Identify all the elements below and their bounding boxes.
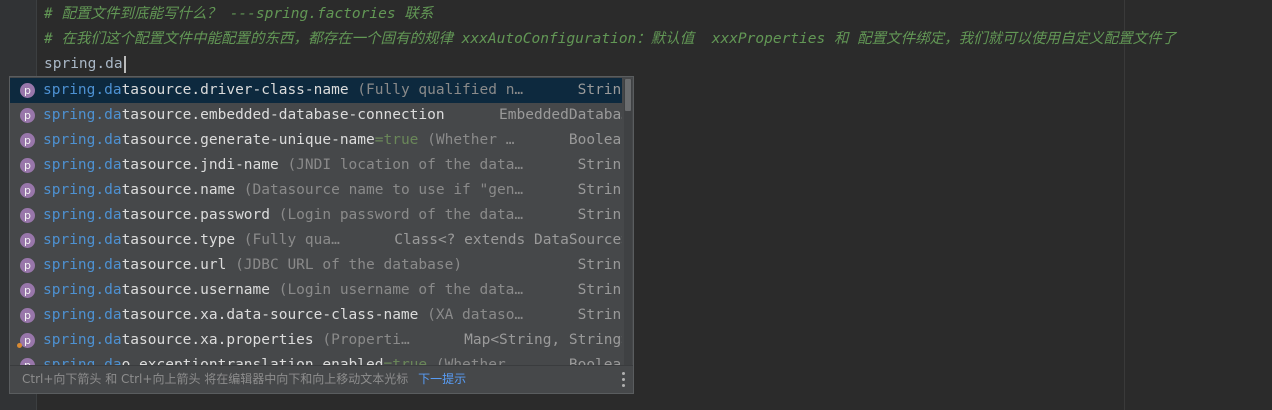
completion-rest: tasource.generate-unique-name	[121, 132, 375, 148]
completion-rest: tasource.xa.data-source-class-name	[121, 307, 419, 323]
completion-item[interactable]: p spring.datasource.embedded-database-con…	[10, 103, 622, 128]
property-icon: p	[20, 233, 35, 248]
completion-type: String	[567, 153, 622, 178]
completion-match: spring.da	[43, 182, 122, 198]
completion-hint: (Datasource name to use if "gen…	[235, 182, 524, 198]
completion-item[interactable]: p spring.datasource.generate-unique-name=…	[10, 128, 622, 153]
property-icon: p	[20, 183, 35, 198]
completion-hint: (Login password of the data…	[269, 207, 524, 223]
property-icon: p	[20, 308, 35, 323]
completion-match: spring.da	[43, 157, 122, 173]
footer-hint-text: Ctrl+向下箭头 和 Ctrl+向上箭头 将在编辑器中向下和向上移动文本光标	[22, 372, 409, 386]
completion-type: String	[567, 78, 622, 103]
completion-item-text: spring.datasource.name (Datasource name …	[43, 178, 622, 203]
property-icon: p	[20, 83, 35, 98]
completion-item[interactable]: p spring.datasource.username (Login usern…	[10, 278, 622, 303]
completion-item[interactable]: p spring.datasource.xa.properties (Proper…	[10, 328, 622, 353]
completion-rest: tasource.embedded-database-connection	[121, 107, 445, 123]
scrollbar-thumb[interactable]	[625, 79, 631, 111]
completion-item-text: spring.datasource.xa.data-source-class-n…	[43, 303, 622, 328]
completion-item[interactable]: p spring.datasource.type (Fully qua… Class…	[10, 228, 622, 253]
property-icon: p	[20, 258, 35, 273]
completion-item-text: spring.datasource.username (Login userna…	[43, 278, 622, 303]
comment-line-2[interactable]: # 在我们这个配置文件中能配置的东西，都存在一个固有的规律 xxxAutoCon…	[44, 27, 1272, 52]
completion-scrollbar[interactable]	[624, 79, 632, 365]
completion-item-text: spring.datasource.jndi-name (JNDI locati…	[43, 153, 622, 178]
text-caret	[123, 55, 126, 73]
current-code-line[interactable]: spring.da	[44, 52, 344, 77]
completion-rest: tasource.driver-class-name	[121, 82, 349, 98]
property-icon: p	[20, 283, 35, 298]
completion-rest: tasource.type	[121, 232, 236, 248]
completion-type: String	[567, 178, 622, 203]
completion-match: spring.da	[43, 132, 122, 148]
completion-rest: tasource.name	[121, 182, 236, 198]
property-icon: p	[20, 333, 35, 348]
completion-type: Class<? extends DataSource>	[384, 228, 622, 253]
completion-rest: tasource.xa.properties	[121, 332, 314, 348]
completion-hint: (XA dataso…	[418, 307, 524, 323]
completion-type: Boolean	[558, 128, 622, 153]
completion-hint: (Fully qualified n…	[348, 82, 524, 98]
completion-item-text: spring.datasource.driver-class-name (Ful…	[43, 78, 622, 103]
completion-type: String	[567, 278, 622, 303]
completion-item[interactable]: p spring.datasource.password (Login passw…	[10, 203, 622, 228]
property-icon: p	[20, 158, 35, 173]
completion-hint: (Whether …	[418, 132, 515, 148]
next-tip-link[interactable]: 下一提示	[418, 372, 466, 386]
completion-item[interactable]: p spring.datasource.xa.data-source-class-…	[10, 303, 622, 328]
comment-line-1[interactable]: # 配置文件到底能写什么？ ---spring.factories 联系	[44, 2, 1124, 27]
completion-match: spring.da	[43, 257, 122, 273]
completion-rest: tasource.username	[121, 282, 270, 298]
code-completion-popup[interactable]: p spring.datasource.driver-class-name (Fu…	[9, 76, 634, 394]
completion-match: spring.da	[43, 107, 122, 123]
lock-badge-icon	[17, 343, 22, 348]
completion-type: String	[567, 253, 622, 278]
completion-match: spring.da	[43, 282, 122, 298]
completion-rest: tasource.password	[121, 207, 270, 223]
completion-item-text: spring.datasource.url (JDBC URL of the d…	[43, 253, 622, 278]
completion-type: String	[567, 203, 622, 228]
property-icon: p	[20, 108, 35, 123]
completion-item[interactable]: p spring.datasource.name (Datasource name…	[10, 178, 622, 203]
completion-type: String	[567, 303, 622, 328]
property-icon: p	[20, 208, 35, 223]
completion-eq: =true	[374, 132, 419, 148]
completion-type: Map<String, String>	[454, 328, 622, 353]
completion-item-text: spring.datasource.generate-unique-name=t…	[43, 128, 622, 153]
completion-item[interactable]: p spring.datasource.jndi-name (JNDI locat…	[10, 153, 622, 178]
completion-rest: tasource.jndi-name	[121, 157, 279, 173]
completion-item[interactable]: p spring.datasource.url (JDBC URL of the …	[10, 253, 622, 278]
completion-rest: tasource.url	[121, 257, 227, 273]
typed-text: spring.da	[44, 56, 123, 72]
completion-type: EmbeddedDataba…	[489, 103, 622, 128]
completion-hint: (Properti…	[313, 332, 410, 348]
completion-hint: (Login username of the data…	[269, 282, 524, 298]
completion-match: spring.da	[43, 207, 122, 223]
completion-item[interactable]: p spring.datasource.driver-class-name (Fu…	[10, 78, 622, 103]
completion-match: spring.da	[43, 232, 122, 248]
more-options-icon[interactable]	[621, 372, 625, 388]
completion-list[interactable]: p spring.datasource.driver-class-name (Fu…	[10, 78, 622, 366]
completion-match: spring.da	[43, 307, 122, 323]
property-icon: p	[20, 133, 35, 148]
completion-hint: (Fully qua…	[235, 232, 340, 248]
completion-match: spring.da	[43, 82, 122, 98]
completion-hint: (JNDI location of the data…	[278, 157, 524, 173]
completion-match: spring.da	[43, 332, 122, 348]
completion-hint: (JDBC URL of the database)	[226, 257, 463, 273]
completion-footer: Ctrl+向下箭头 和 Ctrl+向上箭头 将在编辑器中向下和向上移动文本光标 …	[10, 365, 633, 393]
completion-item-text: spring.datasource.password (Login passwo…	[43, 203, 622, 228]
right-margin-guide	[1124, 0, 1125, 410]
